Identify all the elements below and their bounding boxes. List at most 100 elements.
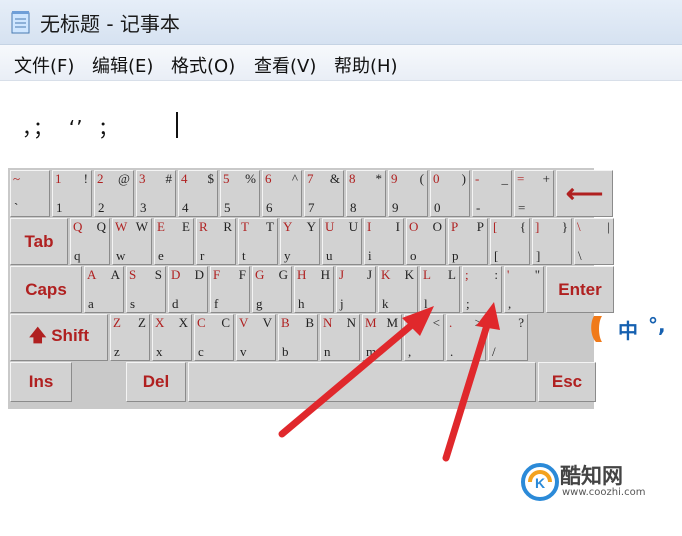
key-2[interactable]: 2 @2 bbox=[94, 170, 134, 217]
del-key[interactable]: Del bbox=[126, 362, 186, 402]
menu-format[interactable]: 格式(O) bbox=[171, 52, 235, 78]
key-z[interactable]: Z Zz bbox=[110, 314, 150, 361]
key-1[interactable]: 1! 1 bbox=[52, 170, 92, 217]
key-legend-tr: + bbox=[542, 171, 550, 186]
key-3[interactable]: 3 #3 bbox=[136, 170, 176, 217]
key-,[interactable]: , <, bbox=[404, 314, 444, 361]
key-9[interactable]: 9 (9 bbox=[388, 170, 428, 217]
key-7[interactable]: 7 & 7 bbox=[304, 170, 344, 217]
menu-view[interactable]: 查看(V) bbox=[254, 52, 316, 78]
backspace-key[interactable]: ⟵ bbox=[556, 170, 613, 217]
key-legend-top: V bbox=[239, 315, 249, 330]
key-legend-tr: | bbox=[607, 219, 610, 234]
key-i[interactable]: I Ii bbox=[364, 218, 404, 265]
key-e[interactable]: E Ee bbox=[154, 218, 194, 265]
key-b[interactable]: BBb bbox=[278, 314, 318, 361]
key--[interactable]: - _ - bbox=[472, 170, 512, 217]
key-legend-top: 1 bbox=[55, 171, 62, 186]
key-][interactable]: ]}] bbox=[532, 218, 572, 265]
key-f[interactable]: F Ff bbox=[210, 266, 250, 313]
menu-file[interactable]: 文件(F) bbox=[14, 52, 74, 78]
key-legend-bottom: - bbox=[476, 200, 481, 215]
key-u[interactable]: UUu bbox=[322, 218, 362, 265]
key-g[interactable]: GGg bbox=[252, 266, 292, 313]
key-k[interactable]: KKk bbox=[378, 266, 418, 313]
ins-key[interactable]: Ins bbox=[10, 362, 72, 402]
key-legend-tr: J bbox=[366, 267, 372, 282]
key-legend-bottom: t bbox=[242, 248, 246, 263]
key-legend-top: Z bbox=[113, 315, 121, 330]
key-legend-tr: N bbox=[346, 315, 356, 330]
key-legend-bottom: 5 bbox=[224, 200, 231, 215]
menu-edit[interactable]: 编辑(E) bbox=[92, 52, 153, 78]
caps-key[interactable]: Caps bbox=[10, 266, 82, 313]
key-legend-top: K bbox=[381, 267, 391, 282]
key-legend-tr: X bbox=[178, 315, 188, 330]
tab-key[interactable]: Tab bbox=[10, 218, 68, 265]
key-legend-tr: ? bbox=[518, 315, 524, 330]
key-y[interactable]: YYy bbox=[280, 218, 320, 265]
key-[[interactable]: [{[ bbox=[490, 218, 530, 265]
space-key-label bbox=[189, 363, 535, 401]
key-legend-bottom: j bbox=[340, 296, 344, 311]
key-w[interactable]: WWw bbox=[112, 218, 152, 265]
key-.[interactable]: . >. bbox=[446, 314, 486, 361]
key-d[interactable]: DDd bbox=[168, 266, 208, 313]
menu-help[interactable]: 帮助(H) bbox=[334, 52, 398, 78]
key-6[interactable]: 6 ^ 6 bbox=[262, 170, 302, 217]
key-legend-top: 9 bbox=[391, 171, 398, 186]
key-legend-bottom: = bbox=[518, 200, 526, 215]
key-q[interactable]: QQq bbox=[70, 218, 110, 265]
key-legend-bottom: 8 bbox=[350, 200, 357, 215]
key-a[interactable]: AAa bbox=[84, 266, 124, 313]
key-legend-bottom: w bbox=[116, 248, 126, 263]
key-l[interactable]: L Ll bbox=[420, 266, 460, 313]
text-caret bbox=[176, 112, 178, 138]
key-`[interactable]: ~ ` bbox=[10, 170, 50, 217]
ime-punctuation-label[interactable]: °, bbox=[648, 313, 666, 337]
key-legend-tr: # bbox=[165, 171, 173, 186]
key-x[interactable]: XXx bbox=[152, 314, 192, 361]
watermark-url: www.coozhi.com bbox=[562, 487, 646, 498]
key-legend-top: / bbox=[491, 315, 495, 330]
key-c[interactable]: CCc bbox=[194, 314, 234, 361]
ime-mode-label[interactable]: 中 bbox=[618, 315, 638, 344]
key-=[interactable]: = + = bbox=[514, 170, 554, 217]
esc-key[interactable]: Esc bbox=[538, 362, 596, 402]
key-legend-tr: L bbox=[448, 267, 456, 282]
key-legend-tr: R bbox=[223, 219, 232, 234]
key-legend-bottom: 6 bbox=[266, 200, 273, 215]
enter-key[interactable]: Enter bbox=[546, 266, 614, 313]
key-h[interactable]: HHh bbox=[294, 266, 334, 313]
key-p[interactable]: P Pp bbox=[448, 218, 488, 265]
key-m[interactable]: MMm bbox=[362, 314, 402, 361]
key-r[interactable]: RRr bbox=[196, 218, 236, 265]
key-legend-tr: : bbox=[494, 267, 498, 282]
key-;[interactable]: ;:; bbox=[462, 266, 502, 313]
key-legend-top: . bbox=[449, 315, 453, 330]
caps-key-label: Caps bbox=[25, 279, 67, 299]
key-t[interactable]: T Tt bbox=[238, 218, 278, 265]
key-legend-bottom: k bbox=[382, 296, 389, 311]
key-o[interactable]: OOo bbox=[406, 218, 446, 265]
key-,[interactable]: ' ", bbox=[504, 266, 544, 313]
key-v[interactable]: VVv bbox=[236, 314, 276, 361]
key-s[interactable]: S Ss bbox=[126, 266, 166, 313]
key-legend-top: M bbox=[365, 315, 377, 330]
key-legend-top: Q bbox=[73, 219, 83, 234]
key-j[interactable]: J Jj bbox=[336, 266, 376, 313]
key-8[interactable]: 8 * 8 bbox=[346, 170, 386, 217]
key-legend-tr: ( bbox=[419, 171, 424, 186]
key-\[interactable]: \ | \ bbox=[574, 218, 614, 265]
key-/[interactable]: /? / bbox=[488, 314, 528, 361]
key-legend-bottom: x bbox=[156, 344, 163, 359]
key-5[interactable]: 5% 5 bbox=[220, 170, 260, 217]
key-n[interactable]: NNn bbox=[320, 314, 360, 361]
key-0[interactable]: 0) 0 bbox=[430, 170, 470, 217]
key-legend-bottom: g bbox=[256, 296, 263, 311]
key-legend-top: X bbox=[155, 315, 165, 330]
title-bar: 无标题 - 记事本 bbox=[0, 0, 682, 45]
shift-key[interactable]: 🡅 Shift bbox=[10, 314, 108, 361]
key-4[interactable]: 4 $4 bbox=[178, 170, 218, 217]
space-key[interactable] bbox=[188, 362, 536, 402]
